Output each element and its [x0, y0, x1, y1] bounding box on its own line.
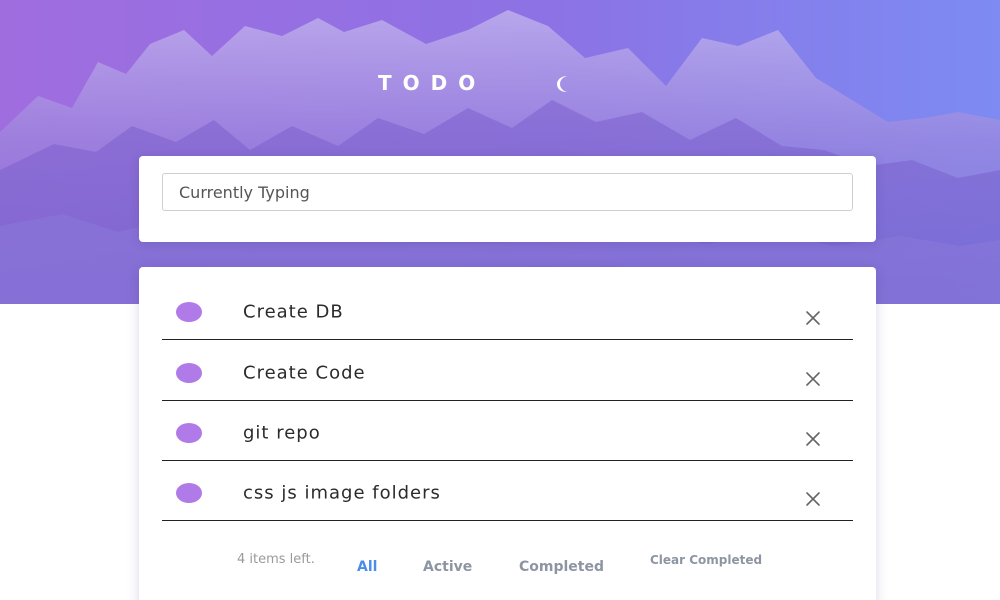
clear-completed-button[interactable]: Clear Completed — [650, 553, 762, 567]
moon-icon[interactable] — [548, 72, 576, 96]
new-todo-input[interactable] — [162, 173, 853, 211]
todo-item: css js image folders — [162, 462, 853, 521]
close-icon[interactable] — [805, 431, 821, 447]
todo-list-card: Create DB Create Code git repo css js im… — [139, 267, 876, 600]
circle-icon[interactable] — [176, 363, 202, 383]
circle-icon[interactable] — [176, 302, 202, 322]
mountain-image — [0, 0, 1000, 304]
items-left-count: 4 items left. — [237, 552, 315, 567]
circle-icon[interactable] — [176, 423, 202, 443]
todo-item: Create Code — [162, 342, 853, 401]
todo-item: Create DB — [162, 281, 853, 340]
mountain-header-background — [0, 0, 1000, 304]
filter-completed[interactable]: Completed — [519, 559, 604, 575]
todo-item-text: css js image folders — [243, 482, 441, 504]
filter-all[interactable]: All — [357, 559, 377, 575]
todo-item-text: Create DB — [243, 301, 344, 323]
todo-item-text: Create Code — [243, 362, 366, 384]
todo-item: git repo — [162, 402, 853, 461]
close-icon[interactable] — [805, 491, 821, 507]
todo-app-page: TODO Create DB Create Code git repo — [0, 0, 1000, 600]
close-icon[interactable] — [805, 310, 821, 326]
filter-active[interactable]: Active — [423, 559, 472, 575]
new-todo-card — [139, 156, 876, 242]
todo-item-text: git repo — [243, 422, 321, 444]
close-icon[interactable] — [805, 371, 821, 387]
app-title: TODO — [378, 71, 487, 95]
circle-icon[interactable] — [176, 483, 202, 503]
